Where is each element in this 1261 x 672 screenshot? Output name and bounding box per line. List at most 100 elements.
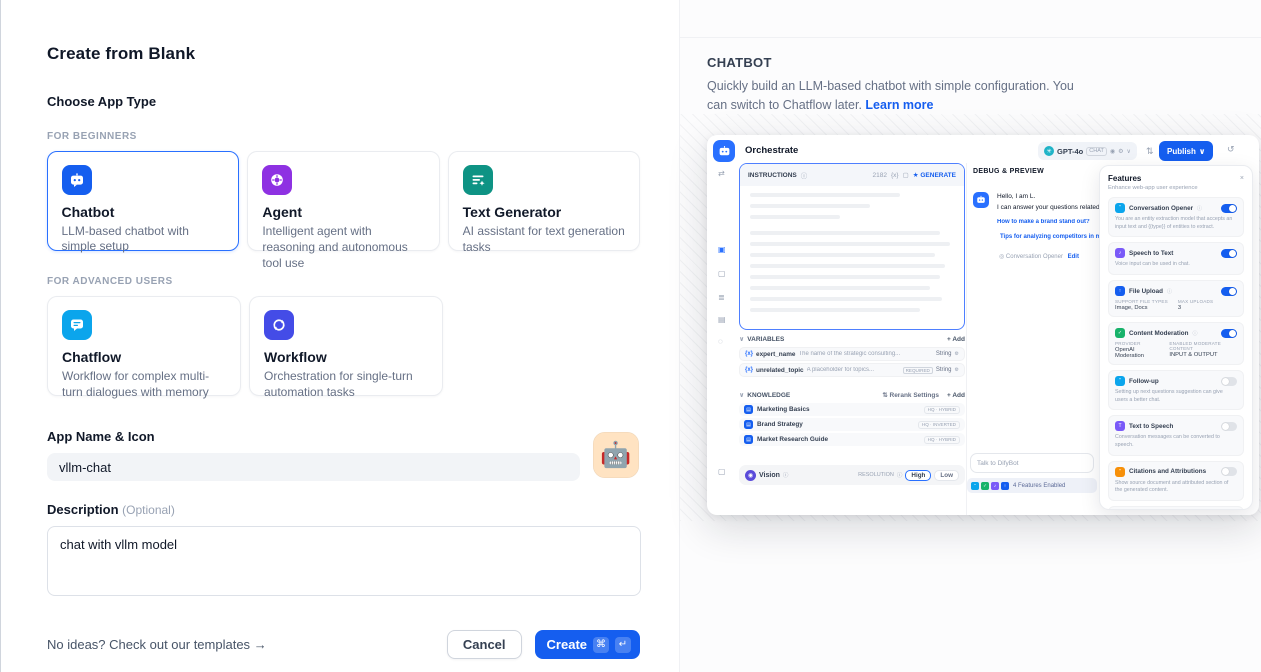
right-topbar — [680, 0, 1261, 38]
info-icon: ⓘ — [783, 471, 789, 479]
feature-toggle — [1221, 249, 1237, 258]
feature-mini-icon: ↑ — [1001, 482, 1009, 490]
features-subtitle: Enhance web-app user experience — [1108, 185, 1244, 191]
skeleton-line — [750, 286, 930, 290]
model-mini-icon-1: ◉ — [1110, 148, 1115, 155]
chatbot-description: Quickly build an LLM-based chatbot with … — [707, 77, 1075, 115]
conversation-opener-icon: “ — [1115, 203, 1125, 213]
advanced-cards-row: Chatflow Workflow for complex multi-turn… — [47, 296, 640, 396]
model-selector: ✳ GPT-4o CHAT ◉ ⚙ ∨ — [1038, 142, 1137, 160]
chatflow-icon — [62, 310, 92, 340]
feature-mini-icon: ♪ — [991, 482, 999, 490]
workflow-icon — [264, 310, 294, 340]
feature-item: ✓ Content Moderation ⓘ PROVIDEROpenAI Mo… — [1108, 322, 1244, 365]
add-knowledge-button: + Add — [947, 392, 965, 399]
chatbot-heading: CHATBOT — [707, 55, 1261, 70]
chatbot-info: CHATBOT Quickly build an LLM-based chatb… — [680, 38, 1261, 115]
history-icon: ↺ — [1227, 144, 1235, 155]
rail-doc-icon: ▤ — [718, 315, 726, 324]
feature-item: ” Follow-up Setting up next questions su… — [1108, 370, 1244, 410]
feature-mini-icon: “ — [971, 482, 979, 490]
card-desc: Orchestration for single-turn automation… — [264, 369, 428, 401]
rail-globe-icon: ◌ — [718, 337, 723, 346]
variable-row: {x} unrelated_topic A placeholder for to… — [739, 363, 965, 377]
card-title: Agent — [262, 204, 424, 220]
model-chat-badge: CHAT — [1086, 147, 1107, 156]
app-type-card-text-generator[interactable]: Text Generator AI assistant for text gen… — [448, 151, 640, 251]
file-upload-icon: ↑ — [1115, 286, 1125, 296]
follow-up-icon: ” — [1115, 376, 1125, 386]
instructions-panel: INSTRUCTIONS ⓘ 2182 {x} ▢ ★ GENERATE — [739, 163, 965, 330]
card-desc: Workflow for complex multi-turn dialogue… — [62, 369, 226, 401]
variable-row: {x} expert_name The name of the strategi… — [739, 347, 965, 361]
skeleton-line — [750, 204, 870, 208]
swap-icon: ⇄ — [718, 169, 725, 178]
feature-item: ↑ File Upload ⓘ SUPPORT FILE TYPESImage,… — [1108, 280, 1244, 317]
info-icon: ⓘ — [1192, 330, 1197, 337]
chevron-down-icon: ∨ — [1126, 148, 1130, 155]
for-beginners-label: FOR BEGINNERS — [47, 131, 640, 142]
page-title: Create from Blank — [47, 44, 640, 64]
card-title: Workflow — [264, 349, 428, 365]
chevron-down-icon: ∨ — [1199, 147, 1206, 156]
footer-buttons: Cancel Create ⌘ ↵ — [447, 630, 640, 659]
rail-list-icon: ≣ — [718, 293, 725, 302]
create-button[interactable]: Create ⌘ ↵ — [535, 630, 640, 659]
variable-tag-icon: {x} — [745, 351, 753, 357]
edit-link: Edit — [1068, 254, 1079, 260]
features-panel-header: Features × — [1108, 174, 1244, 183]
arrow-right-icon: → — [254, 637, 267, 652]
app-type-card-chatbot[interactable]: Chatbot LLM-based chatbot with simple se… — [47, 151, 239, 251]
rail-square-icon: ▢ — [718, 467, 726, 476]
knowledge-row: ▤ Marketing Basics HQ · HYBRID — [739, 403, 965, 416]
resolution-low-option: Low — [934, 470, 959, 481]
preview-app-icon — [713, 140, 735, 162]
text-to-speech-icon: T — [1115, 421, 1125, 431]
app-type-card-agent[interactable]: Agent Intelligent agent with reasoning a… — [247, 151, 439, 251]
feature-toggle — [1221, 204, 1237, 213]
rail-prompt-icon: ▣ — [718, 245, 726, 254]
app-name-input[interactable] — [47, 453, 580, 481]
optional-label: (Optional) — [122, 503, 175, 517]
skeleton-line — [750, 242, 950, 246]
agent-icon — [262, 165, 292, 195]
retrieval-badge: HQ · HYBRID — [924, 436, 960, 444]
card-title: Chatflow — [62, 349, 226, 365]
robot-emoji-icon: 🤖 — [600, 441, 631, 470]
suggestion-row: How to make a brand stand out? Bes — [997, 219, 1097, 225]
templates-link[interactable]: No ideas? Check out our templates → — [47, 637, 267, 652]
card-title: Text Generator — [463, 204, 625, 220]
app-type-card-chatflow[interactable]: Chatflow Workflow for complex multi-turn… — [47, 296, 241, 396]
retrieval-badge: HQ · HYBRID — [924, 406, 960, 414]
info-icon: ⓘ — [1197, 205, 1202, 212]
suggestion-link: Tips for analyzing competitors in market — [1000, 234, 1115, 240]
skeleton-line — [750, 297, 942, 301]
learn-more-link[interactable]: Learn more — [865, 98, 933, 112]
features-enabled-bar: “ ✓ ♪ ↑ 4 Features Enabled — [967, 478, 1097, 493]
app-type-info-pane: CHATBOT Quickly build an LLM-based chatb… — [679, 0, 1261, 672]
app-icon-picker[interactable]: 🤖 — [593, 432, 639, 478]
copy-icon: ▢ — [903, 171, 909, 179]
model-provider-icon: ✳ — [1044, 146, 1054, 156]
app-type-card-workflow[interactable]: Workflow Orchestration for single-turn a… — [249, 296, 443, 396]
chatbot-preview-image: Orchestrate ⇄ ✳ GPT-4o CHAT ◉ ⚙ ∨ ⇅ Publ… — [707, 135, 1259, 515]
feature-mini-icon: ✓ — [981, 482, 989, 490]
suggestion-link: How to make a brand stand out? — [997, 219, 1090, 225]
variable-brace-icon: {x} — [891, 172, 899, 179]
skeleton-line — [750, 275, 940, 279]
knowledge-header: ∨ KNOWLEDGE ⇅ Rerank Settings + Add — [739, 391, 965, 399]
variable-tag-icon: {x} — [745, 367, 753, 373]
description-textarea[interactable]: chat with vllm model — [47, 526, 641, 596]
publish-button: Publish∨ — [1159, 141, 1213, 161]
card-desc: AI assistant for text generation tasks — [463, 224, 625, 256]
citations-icon: ” — [1115, 467, 1125, 477]
cancel-button[interactable]: Cancel — [447, 630, 522, 659]
model-mini-icon-2: ⚙ — [1118, 148, 1123, 155]
card-title: Chatbot — [62, 204, 225, 220]
variable-settings-icon: ⚙ — [955, 367, 959, 373]
preview-title: Orchestrate — [745, 145, 798, 156]
rerank-settings-button: ⇅ Rerank Settings — [882, 391, 939, 399]
chatbot-icon — [62, 165, 92, 195]
beginner-cards-row: Chatbot LLM-based chatbot with simple se… — [47, 151, 640, 251]
column-divider — [966, 163, 967, 515]
